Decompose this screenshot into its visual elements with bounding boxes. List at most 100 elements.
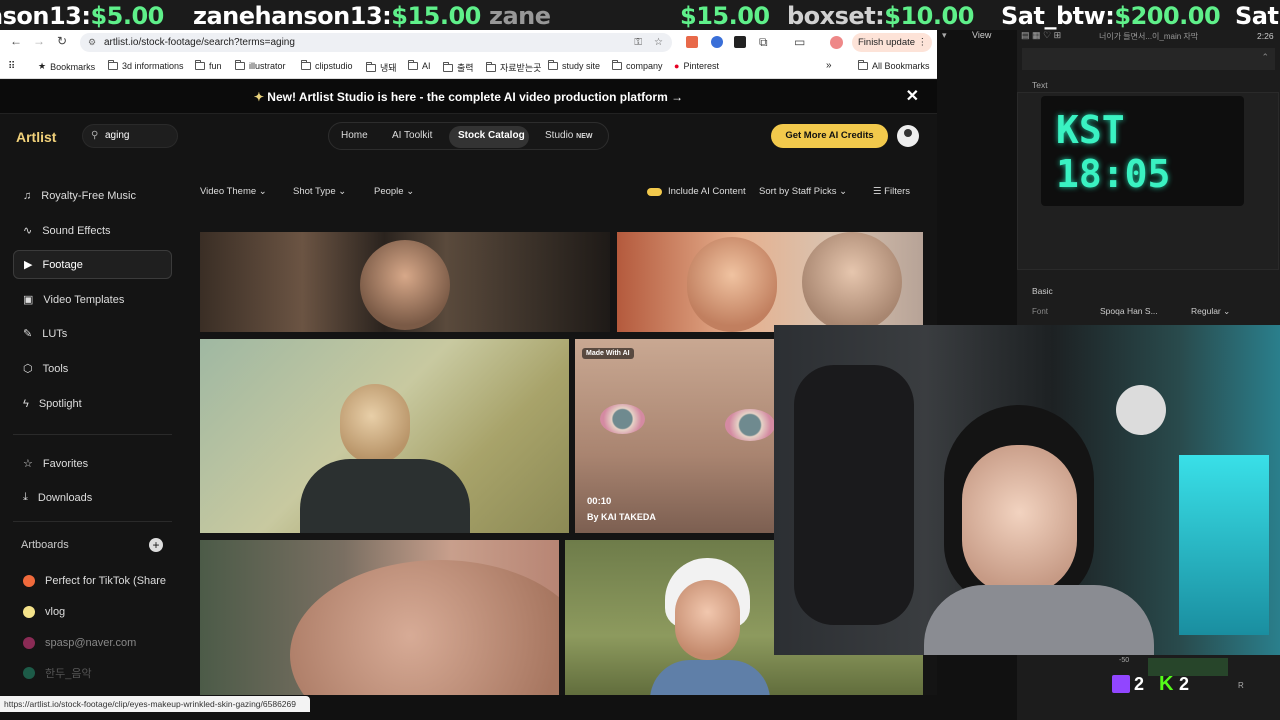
waveform-icon: ∿ — [23, 225, 33, 237]
forward-icon[interactable]: → — [33, 34, 45, 48]
clip-author[interactable]: By KAI TAKEDA — [587, 512, 656, 522]
cast-icon[interactable]: ▭ — [794, 35, 805, 49]
dot-icon — [23, 636, 35, 649]
footage-tile[interactable] — [200, 339, 569, 533]
sidebar-item-sfx[interactable]: ∿ Sound Effects — [13, 216, 172, 245]
key-icon[interactable]: ⚿ — [634, 33, 642, 52]
artboard-item[interactable]: 한두_음악 — [13, 658, 172, 687]
font-label: Font — [1032, 307, 1049, 316]
extension-icon[interactable] — [711, 36, 723, 48]
sidebar-item-footage[interactable]: ▶ Footage — [13, 250, 172, 279]
bookmark-item[interactable]: company — [612, 60, 663, 71]
artboard-item[interactable]: spasp@naver.com — [13, 628, 172, 657]
close-icon[interactable]: ✕ — [906, 80, 919, 114]
bookmark-item[interactable]: clipstudio — [301, 60, 353, 71]
filters-button[interactable]: ☰ Filters — [873, 186, 910, 197]
finish-update-button[interactable]: Finish update ⋮ — [852, 33, 932, 52]
bookmark-item[interactable]: ● Pinterest — [674, 61, 719, 71]
sidebar-item-downloads[interactable]: ⤓ Downloads — [13, 483, 172, 512]
bookmark-item[interactable]: illustrator — [235, 60, 286, 71]
artboard-item[interactable]: vlog — [13, 597, 172, 626]
bookmark-item[interactable]: study site — [548, 60, 600, 71]
thumbnail-image — [360, 240, 450, 330]
sort-dropdown[interactable]: Sort by Staff Picks ⌄ — [759, 186, 847, 197]
sidebar-item-favorites[interactable]: ☆ Favorites — [13, 449, 172, 478]
sidebar-item-templates[interactable]: ▣ Video Templates — [13, 285, 172, 314]
all-bookmarks[interactable]: All Bookmarks — [858, 60, 930, 71]
search-input[interactable]: ⚲ aging — [82, 124, 178, 148]
ticker-item: $15.00 — [680, 2, 770, 30]
overflow-chevron-icon[interactable]: » — [826, 60, 832, 71]
artlist-logo[interactable]: Artlist — [16, 129, 56, 145]
folder-icon — [301, 60, 311, 70]
nav-home[interactable]: Home — [341, 130, 368, 141]
folder-icon — [108, 60, 118, 70]
text-preview: KST 18:05 — [1017, 92, 1279, 270]
folder-icon — [366, 61, 376, 72]
bookmark-item[interactable]: ★ Bookmarks — [38, 61, 95, 72]
donation-ticker: nson13:$5.00 zanehanson13:$15.00 zane $1… — [0, 0, 1280, 30]
extension-icon[interactable] — [686, 36, 698, 48]
text-section-title: Text — [1032, 80, 1048, 90]
filter-shot-type[interactable]: Shot Type ⌄ — [293, 186, 346, 197]
font-style-select[interactable]: Regular ⌄ — [1191, 306, 1230, 317]
thumbnail-image — [600, 404, 645, 434]
extension-icon[interactable] — [734, 36, 746, 48]
bookmarks-bar: ⠿ ★ Bookmarks 3d informations fun illustr… — [0, 55, 937, 79]
bookmark-item[interactable]: 출력 — [443, 61, 474, 74]
font-select[interactable]: Spoqa Han S... — [1100, 306, 1158, 316]
footage-tile[interactable] — [200, 232, 610, 332]
sidebar-item-spotlight[interactable]: ϟ Spotlight — [13, 389, 172, 418]
address-bar[interactable]: ⚙ artlist.io/stock-footage/search?terms=… — [80, 33, 672, 52]
footage-tile[interactable] — [200, 540, 559, 695]
panel-icons[interactable]: ▤ ▦ ♡ ⊞ — [1021, 30, 1061, 41]
bookmark-item[interactable]: 3d informations — [108, 60, 184, 71]
nav-studio[interactable]: Studio NEW — [545, 130, 592, 141]
dot-icon — [23, 666, 35, 679]
apps-icon[interactable]: ⠿ — [8, 61, 15, 72]
filter-people[interactable]: People ⌄ — [374, 186, 414, 197]
site-header: Artlist ⚲ aging Home AI Toolkit Stock Ca… — [0, 114, 937, 161]
filter-video-theme[interactable]: Video Theme ⌄ — [200, 186, 267, 197]
webcam-image — [924, 585, 1154, 655]
include-ai-toggle[interactable] — [647, 188, 662, 196]
announcement-banner[interactable]: ✦ New! Artlist Studio is here - the comp… — [0, 80, 937, 114]
star-icon: ★ — [38, 61, 47, 71]
bookmark-item[interactable]: 냉돼 — [366, 61, 397, 74]
star-icon[interactable]: ☆ — [654, 33, 663, 52]
kick-count: 2 — [1179, 674, 1190, 694]
ticker-item: Sat_btw:$200.00 — [1001, 2, 1221, 30]
footage-tile[interactable] — [617, 232, 923, 332]
channel-label: R — [1238, 681, 1244, 690]
folder-icon — [443, 61, 453, 72]
nav-stock-catalog[interactable]: Stock Catalog — [458, 130, 525, 141]
thumbnail-image — [725, 409, 774, 441]
reload-icon[interactable]: ↻ — [57, 34, 67, 48]
puzzle-icon[interactable]: ⧉ — [759, 35, 768, 50]
back-icon[interactable]: ← — [10, 34, 22, 48]
sidebar-item-music[interactable]: ♫ Royalty-Free Music — [13, 181, 172, 210]
profile-icon[interactable] — [897, 125, 919, 147]
add-artboard-icon[interactable]: + — [149, 538, 163, 552]
thumbnail-image — [687, 237, 777, 332]
artboard-item[interactable]: Perfect for TikTok (Share — [13, 566, 172, 595]
bolt-icon: ϟ — [23, 397, 29, 410]
view-menu[interactable]: View — [972, 30, 991, 40]
site-info-icon[interactable]: ⚙ — [88, 33, 96, 52]
nav-ai-toolkit[interactable]: AI Toolkit — [392, 130, 432, 141]
sidebar-item-tools[interactable]: ⬡ Tools — [13, 354, 172, 383]
ticker-item: boxset:$10.00 — [787, 2, 974, 30]
dropdown-icon[interactable]: ▾ — [942, 30, 947, 41]
basic-section-title: Basic — [1032, 286, 1053, 296]
panel-row: ⌃ — [1022, 48, 1275, 70]
bookmark-item[interactable]: 자료받는곳 — [486, 61, 541, 74]
avatar[interactable] — [830, 36, 843, 49]
chevron-icon[interactable]: ⌃ — [1261, 52, 1269, 63]
footage-tile-ai[interactable]: Made With AI 00:10 By KAI TAKEDA — [575, 339, 774, 533]
bookmark-item[interactable]: AI — [408, 60, 431, 71]
sidebar-item-luts[interactable]: ✎ LUTs — [13, 319, 172, 348]
get-credits-button[interactable]: Get More AI Credits — [771, 124, 888, 148]
bookmark-item[interactable]: fun — [195, 60, 222, 71]
star-icon: ☆ — [23, 458, 33, 470]
thumbnail-image — [802, 232, 902, 332]
